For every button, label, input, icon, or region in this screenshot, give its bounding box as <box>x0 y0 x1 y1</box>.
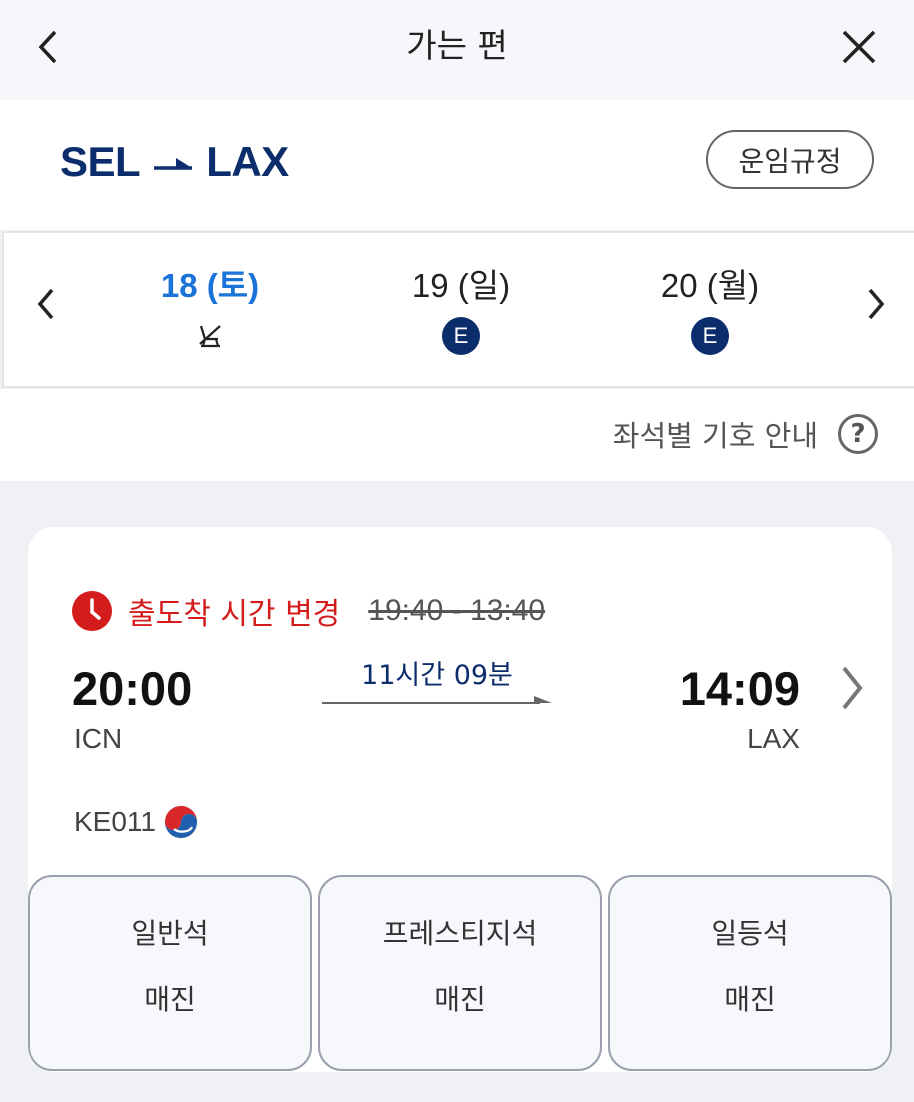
economy-badge: E <box>691 317 729 355</box>
date-label: 20 (월) <box>660 267 760 304</box>
seat-class-name: 일등석 <box>711 917 789 950</box>
route-label: SEL LAX <box>60 138 289 186</box>
seat-status: 매진 <box>144 983 196 1016</box>
seat-status: 매진 <box>434 983 486 1016</box>
economy-badge-icon: E <box>691 317 729 355</box>
previous-date-button[interactable] <box>26 279 66 329</box>
destination-code: LAX <box>206 138 289 185</box>
flight-detail-button[interactable] <box>834 661 870 715</box>
chevron-left-icon <box>37 288 54 320</box>
seat-legend-button[interactable]: 좌석별 기호 안내 ? <box>613 413 878 455</box>
departure-airport: ICN <box>74 723 123 754</box>
next-date-button[interactable] <box>856 279 896 329</box>
origin-code: SEL <box>60 138 141 185</box>
date-option-18[interactable]: 18 (토) <box>110 263 310 363</box>
seat-status: 매진 <box>724 983 776 1016</box>
fare-rules-button[interactable]: 운임규정 <box>706 130 874 189</box>
seat-class-economy[interactable]: 일반석 매진 <box>28 875 312 1071</box>
seat-class-name: 프레스티지석 <box>382 917 538 950</box>
close-button[interactable] <box>836 24 882 70</box>
date-selector: 18 (토) 19 (일) E 20 (월) E <box>2 231 914 388</box>
schedule-change-notice: 출도착 시간 변경 19:40 - 13:40 <box>72 589 545 633</box>
date-label: 19 (일) <box>411 267 511 304</box>
question-icon: ? <box>838 414 878 454</box>
close-icon <box>842 30 876 64</box>
seat-class-first[interactable]: 일등석 매진 <box>608 875 892 1071</box>
arrival-airport: LAX <box>747 723 800 754</box>
old-schedule: 19:40 - 13:40 <box>368 594 546 627</box>
schedule-change-text: 출도착 시간 변경 <box>128 597 341 632</box>
duration-arrow-icon <box>322 696 552 704</box>
arrival-time: 14:09 <box>679 662 800 715</box>
economy-badge-icon: E <box>442 317 480 355</box>
seat-class-list: 일반석 매진 프레스티지석 매진 일등석 매진 <box>28 875 892 1072</box>
flight-arrow-icon <box>154 138 194 186</box>
page-title: 가는 편 <box>406 26 508 65</box>
chevron-right-icon <box>842 666 863 710</box>
flight-card[interactable]: 출도착 시간 변경 19:40 - 13:40 20:00 ICN 11시간 0… <box>28 527 892 1072</box>
flight-duration: 11시간 09분 <box>361 660 513 691</box>
date-option-19[interactable]: 19 (일) E <box>361 263 561 363</box>
seat-class-prestige[interactable]: 프레스티지석 매진 <box>318 875 602 1071</box>
clock-icon <box>72 591 112 631</box>
departure-time: 20:00 <box>72 662 193 715</box>
flight-number-text: KE011 <box>74 806 156 837</box>
korean-air-logo-icon <box>164 805 198 839</box>
date-label: 18 (토) <box>160 267 260 304</box>
flight-number: KE011 <box>74 805 198 839</box>
top-bar: 가는 편 <box>0 0 914 100</box>
no-seat-icon <box>191 317 229 355</box>
economy-badge: E <box>442 317 480 355</box>
seat-class-name: 일반석 <box>131 917 209 950</box>
legend-label: 좌석별 기호 안내 <box>612 419 818 453</box>
date-option-20[interactable]: 20 (월) E <box>610 263 810 363</box>
chevron-right-icon <box>868 288 885 320</box>
